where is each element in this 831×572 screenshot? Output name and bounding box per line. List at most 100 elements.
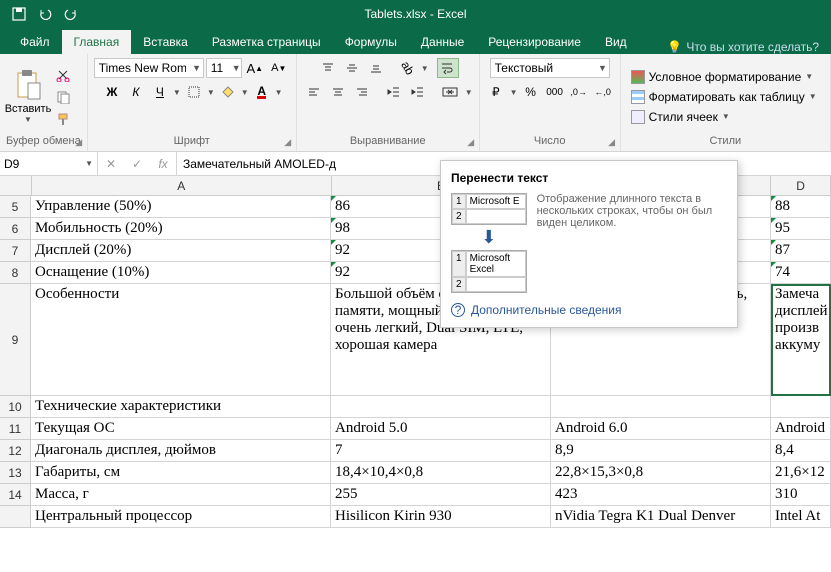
bold-button[interactable]: Ж	[101, 82, 123, 102]
enter-icon[interactable]: ✓	[124, 152, 150, 175]
tooltip-more-link[interactable]: ?Дополнительные сведения	[451, 303, 727, 317]
fill-color-button[interactable]	[217, 82, 239, 102]
chevron-down-icon[interactable]: ▼	[232, 63, 241, 73]
tab-insert[interactable]: Вставка	[131, 30, 200, 54]
number-format-combo[interactable]: ▼	[490, 58, 610, 78]
italic-button[interactable]: К	[125, 82, 147, 102]
cell[interactable]: 8,4	[771, 440, 831, 462]
cell[interactable]: Текущая ОС	[31, 418, 331, 440]
fx-icon[interactable]: fx	[150, 152, 176, 175]
align-center-button[interactable]	[327, 82, 349, 102]
cell[interactable]: Технические характеристики	[31, 396, 331, 418]
font-name-input[interactable]	[95, 61, 191, 75]
cell[interactable]: 423	[551, 484, 771, 506]
tab-data[interactable]: Данные	[409, 30, 476, 54]
decrease-decimal-button[interactable]: ←,0	[592, 82, 614, 102]
orientation-button[interactable]: ab	[397, 58, 419, 78]
row-header[interactable]: 14	[0, 484, 30, 506]
font-name-combo[interactable]: ▼	[94, 58, 204, 78]
row-header[interactable]: 9	[0, 284, 30, 396]
cell[interactable]: Замеча дисплей произв аккуму	[771, 284, 831, 396]
cell[interactable]: Android 6.0	[551, 418, 771, 440]
number-format-input[interactable]	[491, 61, 597, 75]
cell[interactable]: Android 5.0	[331, 418, 551, 440]
chevron-down-icon[interactable]: ▼	[421, 64, 429, 73]
align-middle-button[interactable]	[341, 58, 363, 78]
cancel-icon[interactable]: ✕	[98, 152, 124, 175]
wrap-text-button[interactable]	[437, 58, 459, 78]
cell[interactable]: Android	[771, 418, 831, 440]
redo-icon[interactable]	[60, 3, 82, 25]
cell[interactable]	[551, 396, 771, 418]
increase-indent-button[interactable]	[407, 82, 429, 102]
row-header[interactable]: 13	[0, 462, 30, 484]
format-as-table-button[interactable]: Форматировать как таблицу▼	[627, 88, 821, 106]
col-header-d[interactable]: D	[771, 176, 831, 195]
comma-button[interactable]: 000	[544, 82, 566, 102]
cell[interactable]: Intel At	[771, 506, 831, 528]
cell[interactable]: Hisilicon Kirin 930	[331, 506, 551, 528]
cell[interactable]: nVidia Tegra K1 Dual Denver	[551, 506, 771, 528]
row-header[interactable]: 5	[0, 196, 30, 218]
row-header[interactable]: 7	[0, 240, 30, 262]
tab-pagelayout[interactable]: Разметка страницы	[200, 30, 333, 54]
cell[interactable]: 87	[771, 240, 831, 262]
save-icon[interactable]	[8, 3, 30, 25]
tab-home[interactable]: Главная	[62, 30, 132, 54]
cell[interactable]: Мобильность (20%)	[31, 218, 331, 240]
cell[interactable]: Центральный процессор	[31, 506, 331, 528]
tab-view[interactable]: Вид	[593, 30, 639, 54]
undo-icon[interactable]	[34, 3, 56, 25]
align-top-button[interactable]	[317, 58, 339, 78]
tab-formulas[interactable]: Формулы	[333, 30, 409, 54]
cut-button[interactable]	[52, 65, 74, 85]
increase-decimal-button[interactable]: ,0→	[568, 82, 590, 102]
row-header[interactable]	[0, 506, 30, 528]
chevron-down-icon[interactable]: ▼	[207, 88, 215, 97]
tell-me-search[interactable]: 💡 Что вы хотите сделать?	[655, 40, 831, 54]
percent-button[interactable]: %	[520, 82, 542, 102]
borders-button[interactable]	[183, 82, 205, 102]
font-size-combo[interactable]: ▼	[206, 58, 242, 78]
accounting-button[interactable]: ₽	[486, 82, 508, 102]
cell[interactable]: 22,8×15,3×0,8	[551, 462, 771, 484]
decrease-indent-button[interactable]	[383, 82, 405, 102]
chevron-down-icon[interactable]: ▼	[85, 159, 93, 168]
chevron-down-icon[interactable]: ▼	[241, 88, 249, 97]
font-launcher[interactable]: ◢	[282, 137, 294, 149]
chevron-down-icon[interactable]: ▼	[275, 88, 283, 97]
decrease-font-button[interactable]: A▼	[268, 58, 290, 78]
cell[interactable]: Дисплей (20%)	[31, 240, 331, 262]
align-right-button[interactable]	[351, 82, 373, 102]
chevron-down-icon[interactable]: ▼	[465, 88, 473, 97]
cell[interactable]: 18,4×10,4×0,8	[331, 462, 551, 484]
cell[interactable]: Управление (50%)	[31, 196, 331, 218]
cell[interactable]: Габариты, см	[31, 462, 331, 484]
format-painter-button[interactable]	[52, 109, 74, 129]
col-header-a[interactable]: A	[32, 176, 332, 195]
cell[interactable]	[771, 396, 831, 418]
cell[interactable]: 95	[771, 218, 831, 240]
row-header[interactable]: 6	[0, 218, 30, 240]
align-bottom-button[interactable]	[365, 58, 387, 78]
chevron-down-icon[interactable]: ▼	[190, 63, 202, 73]
tab-file[interactable]: Файл	[8, 30, 62, 54]
row-header[interactable]: 10	[0, 396, 30, 418]
merge-button[interactable]	[437, 82, 463, 102]
font-size-input[interactable]	[207, 61, 232, 75]
cell[interactable]: 7	[331, 440, 551, 462]
chevron-down-icon[interactable]: ▼	[596, 63, 608, 73]
clipboard-launcher[interactable]: ◢	[73, 137, 85, 149]
tab-review[interactable]: Рецензирование	[476, 30, 593, 54]
underline-button[interactable]: Ч	[149, 82, 171, 102]
name-box[interactable]: ▼	[0, 152, 98, 175]
cell[interactable]: Диагональ дисплея, дюймов	[31, 440, 331, 462]
increase-font-button[interactable]: A▲	[244, 58, 266, 78]
paste-button[interactable]: Вставить ▼	[6, 64, 50, 130]
cell[interactable]: 310	[771, 484, 831, 506]
align-launcher[interactable]: ◢	[465, 137, 477, 149]
row-header[interactable]: 12	[0, 440, 30, 462]
copy-button[interactable]	[52, 87, 74, 107]
cell[interactable]: Масса, г	[31, 484, 331, 506]
conditional-formatting-button[interactable]: Условное форматирование▼	[627, 68, 821, 86]
